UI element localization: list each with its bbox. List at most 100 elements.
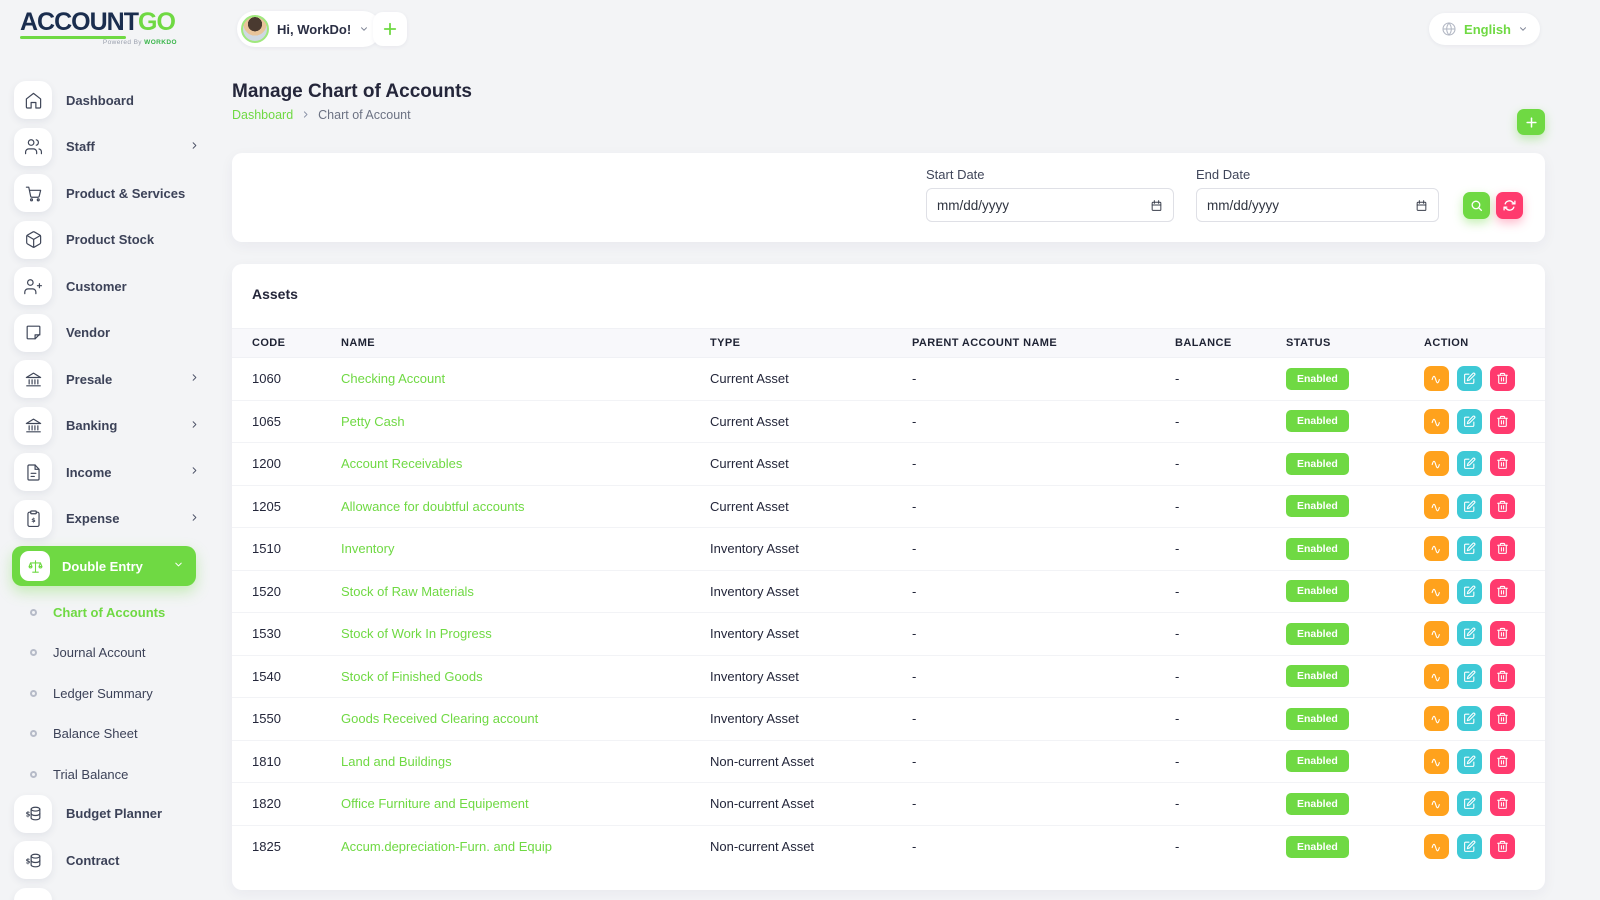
- activity-button[interactable]: [1424, 749, 1449, 774]
- end-date-input[interactable]: mm/dd/yyyy: [1196, 188, 1439, 222]
- sidebar-item-dashboard[interactable]: Dashboard: [14, 81, 200, 119]
- sidebar-item-partial[interactable]: [14, 888, 200, 900]
- delete-button[interactable]: [1490, 834, 1515, 859]
- account-name-link[interactable]: Land and Buildings: [341, 754, 710, 769]
- edit-button[interactable]: [1457, 834, 1482, 859]
- activity-button[interactable]: [1424, 791, 1449, 816]
- delete-button[interactable]: [1490, 706, 1515, 731]
- search-button[interactable]: [1463, 192, 1490, 219]
- activity-button[interactable]: [1424, 621, 1449, 646]
- activity-button[interactable]: [1424, 409, 1449, 434]
- edit-button[interactable]: [1457, 366, 1482, 391]
- sidebar-item-balance-sheet[interactable]: Balance Sheet: [0, 714, 210, 755]
- account-name-link[interactable]: Stock of Finished Goods: [341, 669, 710, 684]
- account-name-link[interactable]: Stock of Work In Progress: [341, 626, 710, 641]
- account-name-link[interactable]: Allowance for doubtful accounts: [341, 499, 710, 514]
- account-name-link[interactable]: Inventory: [341, 541, 710, 556]
- account-code: 1540: [252, 669, 341, 684]
- chevron-right-icon: [189, 138, 200, 156]
- balance: -: [1175, 839, 1286, 854]
- edit-button[interactable]: [1457, 749, 1482, 774]
- table-row: 1065 Petty Cash Current Asset - - Enable…: [232, 401, 1545, 444]
- col-action: ACTION: [1424, 337, 1525, 349]
- activity-button[interactable]: [1424, 536, 1449, 561]
- calendar-icon: [1415, 199, 1428, 212]
- delete-button[interactable]: [1490, 494, 1515, 519]
- language-label: English: [1464, 22, 1511, 37]
- delete-button[interactable]: [1490, 791, 1515, 816]
- activity-button[interactable]: [1424, 664, 1449, 689]
- sidebar-item-budget-planner[interactable]: $ Budget Planner: [14, 795, 200, 833]
- sidebar-item-chart-of-accounts[interactable]: Chart of Accounts: [0, 592, 210, 633]
- account-name-link[interactable]: Goods Received Clearing account: [341, 711, 710, 726]
- edit-button[interactable]: [1457, 706, 1482, 731]
- delete-button[interactable]: [1490, 409, 1515, 434]
- trash-icon: [1496, 457, 1509, 470]
- sidebar-item-income[interactable]: Income: [14, 453, 200, 491]
- delete-button[interactable]: [1490, 621, 1515, 646]
- reset-button[interactable]: [1496, 192, 1523, 219]
- balance: -: [1175, 669, 1286, 684]
- chevron-right-icon: [189, 510, 200, 528]
- sidebar-item-banking[interactable]: Banking: [14, 407, 200, 445]
- sidebar-item-vendor[interactable]: Vendor: [14, 314, 200, 352]
- account-name-link[interactable]: Stock of Raw Materials: [341, 584, 710, 599]
- activity-button[interactable]: [1424, 834, 1449, 859]
- cart-icon: [14, 174, 52, 212]
- sidebar-item-presale[interactable]: Presale: [14, 360, 200, 398]
- account-name-link[interactable]: Checking Account: [341, 371, 710, 386]
- edit-button[interactable]: [1457, 579, 1482, 604]
- edit-button[interactable]: [1457, 494, 1482, 519]
- delete-button[interactable]: [1490, 451, 1515, 476]
- edit-button[interactable]: [1457, 664, 1482, 689]
- add-workspace-button[interactable]: [373, 12, 407, 46]
- trash-icon: [1496, 840, 1509, 853]
- delete-button[interactable]: [1490, 536, 1515, 561]
- delete-button[interactable]: [1490, 366, 1515, 391]
- account-type: Non-current Asset: [710, 839, 912, 854]
- account-name-link[interactable]: Account Receivables: [341, 456, 710, 471]
- account-name-link[interactable]: Petty Cash: [341, 414, 710, 429]
- sidebar-item-double-entry[interactable]: Double Entry: [12, 546, 196, 586]
- sidebar-item-customer[interactable]: Customer: [14, 267, 200, 305]
- trash-icon: [1496, 585, 1509, 598]
- sidebar-item-journal-account[interactable]: Journal Account: [0, 633, 210, 674]
- delete-button[interactable]: [1490, 664, 1515, 689]
- sidebar-item-trial-balance[interactable]: Trial Balance: [0, 754, 210, 795]
- edit-button[interactable]: [1457, 451, 1482, 476]
- status-badge: Enabled: [1286, 453, 1349, 475]
- sidebar-item-product-services[interactable]: Product & Services: [14, 174, 200, 212]
- sidebar-item-ledger-summary[interactable]: Ledger Summary: [0, 673, 210, 714]
- sidebar-item-expense[interactable]: $ Expense: [14, 500, 200, 538]
- edit-button[interactable]: [1457, 536, 1482, 561]
- breadcrumb-dashboard-link[interactable]: Dashboard: [232, 108, 293, 122]
- start-date-input[interactable]: mm/dd/yyyy: [926, 188, 1174, 222]
- activity-button[interactable]: [1424, 579, 1449, 604]
- activity-button[interactable]: [1424, 494, 1449, 519]
- balance: -: [1175, 584, 1286, 599]
- activity-icon: [1430, 712, 1443, 725]
- edit-button[interactable]: [1457, 621, 1482, 646]
- sidebar-item-product-stock[interactable]: Product Stock: [14, 221, 200, 259]
- workspace-menu[interactable]: Hi, WorkDo!: [237, 11, 381, 47]
- add-account-button[interactable]: [1517, 109, 1545, 135]
- delete-button[interactable]: [1490, 749, 1515, 774]
- delete-button[interactable]: [1490, 579, 1515, 604]
- app-logo[interactable]: ACCOUNTGO Powered By WORKDO: [20, 9, 175, 39]
- activity-button[interactable]: [1424, 451, 1449, 476]
- edit-button[interactable]: [1457, 409, 1482, 434]
- home-icon: [14, 81, 52, 119]
- double-entry-submenu: Chart of Accounts Journal Account Ledger…: [0, 592, 210, 795]
- account-name-link[interactable]: Accum.depreciation-Furn. and Equip: [341, 839, 710, 854]
- chevron-right-icon: [189, 463, 200, 481]
- language-selector[interactable]: English: [1429, 13, 1540, 45]
- edit-button[interactable]: [1457, 791, 1482, 816]
- activity-button[interactable]: [1424, 706, 1449, 731]
- sidebar-item-contract[interactable]: $ Contract: [14, 841, 200, 879]
- sidebar-item-staff[interactable]: Staff: [14, 128, 200, 166]
- account-name-link[interactable]: Office Furniture and Equipement: [341, 796, 710, 811]
- account-type: Current Asset: [710, 414, 912, 429]
- activity-button[interactable]: [1424, 366, 1449, 391]
- activity-icon: [1430, 372, 1443, 385]
- account-code: 1820: [252, 796, 341, 811]
